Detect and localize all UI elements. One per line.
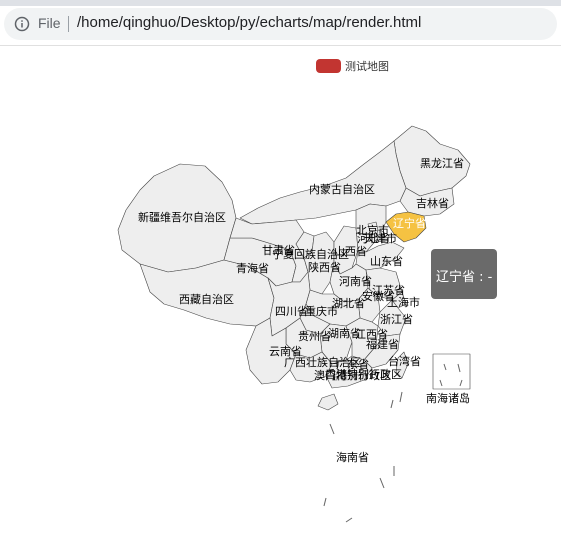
label-henan: 河南省 — [339, 275, 372, 288]
label-hainan: 海南省 — [336, 450, 369, 464]
label-xinjiang: 新疆维吾尔自治区 — [138, 210, 226, 224]
label-shandong: 山东省 — [370, 255, 403, 268]
url-text[interactable]: /home/qinghuo/Desktop/py/echarts/map/ren… — [77, 14, 421, 31]
province-hainan[interactable] — [317, 393, 339, 411]
label-nanhai: 南海诸岛 — [426, 391, 470, 405]
label-qinghai: 青海省 — [236, 261, 269, 275]
label-liaoning: 辽宁省 — [393, 216, 426, 230]
label-ningxia: 宁夏回族自治区 — [272, 247, 349, 261]
label-tianjin: 天津市 — [364, 231, 397, 245]
province-nanhai[interactable] — [432, 353, 471, 390]
label-chongqing: 重庆市 — [305, 304, 338, 318]
label-xizang: 西藏自治区 — [179, 292, 234, 306]
browser-top-strip — [0, 0, 561, 6]
label-fujian: 福建省 — [366, 337, 399, 351]
scheme-label: File — [38, 15, 61, 31]
label-jilin: 吉林省 — [416, 196, 449, 210]
label-sichuan: 四川省 — [275, 305, 308, 318]
label-aomen: 澳门特别行政区 — [314, 368, 391, 382]
map-chart: 测试地图 黑龙江省 吉林省 辽宁省 内蒙古自治区 新疆维吾尔自治区 北京市 河北… — [0, 46, 561, 534]
label-taiwan: 台湾省 — [388, 354, 421, 368]
info-icon[interactable] — [14, 16, 30, 32]
label-heilongjiang: 黑龙江省 — [420, 157, 464, 170]
label-shaanxi: 陕西省 — [308, 260, 341, 274]
label-zhejiang: 浙江省 — [380, 313, 413, 326]
tooltip: 辽宁省 : - — [431, 249, 497, 299]
label-guizhou: 贵州省 — [298, 330, 331, 343]
address-bar[interactable]: File /home/qinghuo/Desktop/py/echarts/ma… — [4, 8, 557, 40]
tooltip-text: 辽宁省 : - — [436, 270, 493, 285]
address-separator — [68, 16, 69, 32]
label-neimenggu: 内蒙古自治区 — [309, 182, 375, 196]
label-shanghai: 上海市 — [387, 295, 420, 309]
